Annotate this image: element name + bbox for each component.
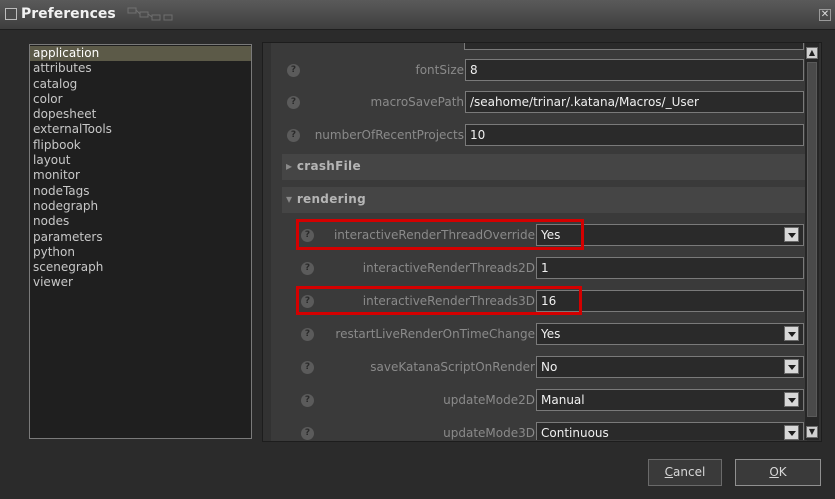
section-crashfile-label: ▸ crashFile	[286, 159, 361, 173]
category-item-catalog[interactable]: catalog	[30, 77, 251, 92]
macrosavepath-label: macroSavePath	[370, 95, 464, 109]
savekatanascriptonrender-label: saveKatanaScriptOnRender	[370, 360, 535, 374]
category-item-dopesheet[interactable]: dopesheet	[30, 107, 251, 122]
help-icon[interactable]: ?	[287, 64, 300, 77]
row-savekatanascriptonrender: ? saveKatanaScriptOnRender No	[280, 356, 805, 380]
restartliverenderontimechange-label: restartLiveRenderOnTimeChange	[335, 327, 535, 341]
category-item-nodegraph[interactable]: nodegraph	[30, 199, 251, 214]
macrosavepath-input[interactable]: /seahome/trinar/.katana/Macros/_User	[465, 91, 804, 113]
help-icon[interactable]: ?	[287, 96, 300, 109]
help-icon[interactable]: ?	[301, 361, 314, 374]
row-interactiverenderthreads2d: ? interactiveRenderThreads2D 1	[280, 257, 805, 281]
row-restartliverenderontimechange: ? restartLiveRenderOnTimeChange Yes	[280, 323, 805, 347]
category-item-application[interactable]: application	[30, 46, 251, 62]
category-item-attributes[interactable]: attributes	[30, 61, 251, 76]
section-crashfile[interactable]: ▸ crashFile	[282, 154, 805, 180]
chevron-down-icon[interactable]	[784, 425, 799, 440]
category-list[interactable]: application attributes catalog color dopeshe…	[29, 44, 252, 439]
numberofrecentprojects-input[interactable]: 10	[465, 124, 804, 146]
category-item-nodes[interactable]: nodes	[30, 214, 251, 229]
row-updatemode2d: ? updateMode2D Manual	[280, 389, 805, 413]
category-item-parameters[interactable]: parameters	[30, 230, 251, 245]
chevron-down-icon[interactable]	[784, 392, 799, 407]
category-item-externaltools[interactable]: externalTools	[30, 122, 251, 137]
savekatanascriptonrender-dropdown[interactable]: No	[536, 356, 804, 378]
window-menu-icon[interactable]	[5, 8, 17, 20]
fontsize-input[interactable]: 8	[465, 59, 804, 81]
chevron-down-icon[interactable]	[784, 227, 799, 242]
category-item-scenegraph[interactable]: scenegraph	[30, 260, 251, 275]
chevron-down-icon[interactable]	[784, 326, 799, 341]
help-icon[interactable]: ?	[301, 262, 314, 275]
help-icon[interactable]: ?	[287, 129, 300, 142]
help-icon[interactable]: ?	[301, 394, 314, 407]
clipped-field	[464, 43, 804, 50]
interactiverenderthreads2d-input[interactable]: 1	[536, 257, 804, 279]
updatemode3d-dropdown[interactable]: Continuous	[536, 422, 804, 440]
row-updatemode3d: ? updateMode3D Continuous	[280, 422, 805, 440]
chevron-down-icon[interactable]	[784, 359, 799, 374]
category-item-monitor[interactable]: monitor	[30, 168, 251, 183]
interactiverenderthreads2d-label: interactiveRenderThreads2D	[362, 261, 535, 275]
node-graph-decoration-icon	[127, 7, 173, 21]
collapse-arrow-icon: ▾	[286, 192, 293, 206]
cancel-button[interactable]: Cancel	[648, 459, 722, 486]
category-item-color[interactable]: color	[30, 92, 251, 107]
updatemode2d-dropdown[interactable]: Manual	[536, 389, 804, 411]
scrollbar-thumb[interactable]	[807, 62, 817, 417]
row-fontsize: ? fontSize 8	[280, 59, 805, 83]
fontsize-label: fontSize	[415, 63, 464, 77]
category-item-python[interactable]: python	[30, 245, 251, 260]
highlight-box-thread-override	[296, 219, 584, 250]
ok-button[interactable]: OK	[735, 459, 821, 486]
category-item-nodetags[interactable]: nodeTags	[30, 184, 251, 199]
highlight-box-threads3d	[296, 286, 582, 315]
scroll-down-icon[interactable]: ▼	[806, 426, 818, 438]
row-numberofrecentprojects: ? numberOfRecentProjects 10	[280, 124, 805, 148]
category-item-flipbook[interactable]: flipbook	[30, 138, 251, 153]
scroll-up-icon[interactable]: ▲	[806, 47, 818, 59]
updatemode2d-label: updateMode2D	[443, 393, 535, 407]
row-macrosavepath: ? macroSavePath /seahome/trinar/.katana/…	[280, 91, 805, 115]
close-icon[interactable]: ✕	[819, 9, 831, 21]
numberofrecentprojects-label: numberOfRecentProjects	[314, 128, 464, 142]
updatemode3d-label: updateMode3D	[443, 426, 535, 440]
expand-arrow-icon: ▸	[286, 159, 293, 173]
restartliverenderontimechange-dropdown[interactable]: Yes	[536, 323, 804, 345]
title-bar[interactable]: Preferences ✕	[0, 0, 835, 30]
help-icon[interactable]: ?	[301, 328, 314, 341]
category-item-viewer[interactable]: viewer	[30, 275, 251, 290]
section-rendering[interactable]: ▾ rendering	[282, 187, 805, 213]
category-item-layout[interactable]: layout	[30, 153, 251, 168]
help-icon[interactable]: ?	[301, 427, 314, 440]
section-rendering-label: ▾ rendering	[286, 192, 367, 206]
window-title: Preferences	[21, 6, 116, 22]
